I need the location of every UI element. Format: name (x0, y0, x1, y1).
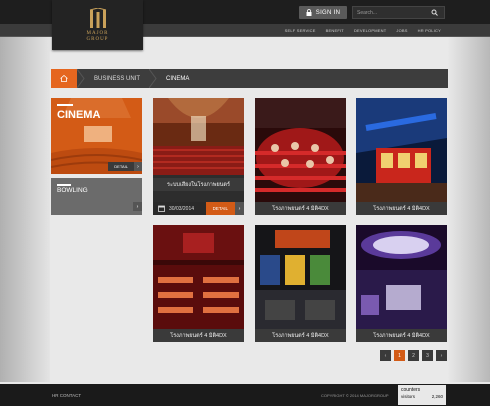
breadcrumb-separator (149, 69, 157, 88)
search-input[interactable] (353, 9, 431, 16)
card-caption: โรงภาพยนตร์ 4 มิติ4DX (255, 202, 346, 215)
card-detail-button[interactable]: DETAIL (205, 202, 235, 215)
counter-title: counters (401, 387, 421, 393)
cinema-title-line (57, 104, 73, 106)
breadcrumb-cinema: CINEMA (166, 75, 190, 82)
breadcrumb-business-unit[interactable]: BUSINESS UNIT (85, 69, 149, 88)
cinema-card-image (153, 225, 244, 329)
major-logo-icon (89, 7, 106, 28)
card-caption: โรงภาพยนตร์ 4 มิติ4DX (356, 202, 447, 215)
cinema-card-image (255, 98, 346, 202)
chevron-right-icon: › (137, 163, 139, 170)
card-arrow-button[interactable]: › (235, 202, 244, 215)
menu-item-benefit[interactable]: BENEFIT (321, 28, 349, 33)
pagination-next-button[interactable]: › (436, 350, 447, 361)
chevron-right-icon: › (136, 203, 139, 210)
cinema-card-image (356, 225, 447, 329)
breadcrumb-home[interactable] (51, 69, 77, 88)
category-cinema[interactable]: CINEMA DETAIL › (51, 98, 142, 174)
cinema-card[interactable]: โรงภาพยนตร์ 4 มิติ4DX (153, 225, 244, 342)
cinema-card-image (255, 225, 346, 329)
cinema-arrow-button[interactable]: › (134, 162, 142, 171)
cinema-card[interactable]: โรงภาพยนตร์ 4 มิติ4DX (255, 98, 346, 215)
footer-copyright: COPYRIGHT © 2014 MAJORGROUP (321, 393, 389, 398)
card-meta: 30/03/2014 DETAIL › (153, 202, 244, 215)
home-icon (60, 75, 68, 82)
menu-item-self-service[interactable]: SELF SERVICE (280, 28, 321, 33)
pagination: ‹ 1 2 3 › (380, 350, 447, 361)
pagination-prev-button[interactable]: ‹ (380, 350, 391, 361)
card-caption: โรงภาพยนตร์ 4 มิติ4DX (255, 329, 346, 342)
counter-visitors-row: visitors 2,260 (398, 393, 446, 400)
chevron-right-icon: › (238, 205, 241, 212)
cinema-card-image (153, 98, 244, 175)
cinema-detail-button[interactable]: DETAIL (108, 162, 134, 171)
lock-icon (306, 9, 312, 16)
pagination-page-1[interactable]: 1 (394, 350, 405, 361)
major-group-logo[interactable]: MAJOR GROUP (52, 0, 143, 50)
bowling-title: BOWLING (57, 187, 88, 194)
footer-hr-contact-link[interactable]: HR CONTACT (52, 393, 81, 398)
breadcrumb: BUSINESS UNIT CINEMA (51, 69, 448, 88)
cinema-card-image (356, 98, 447, 202)
cinema-card[interactable]: โรงภาพยนตร์ 4 มิติ4DX (356, 225, 447, 342)
cinema-card[interactable]: ระบบเสียงในโรงภาพยนตร์ 30/03/2014 DETAIL… (153, 98, 244, 215)
counter-visitors-label: visitors (401, 394, 416, 399)
sign-in-label: SIGN IN (315, 9, 341, 16)
menu-item-jobs[interactable]: JOBS (391, 28, 412, 33)
bowling-arrow-button[interactable]: › (133, 202, 142, 211)
card-caption: โรงภาพยนตร์ 4 มิติ4DX (153, 329, 244, 342)
calendar-icon (158, 205, 165, 212)
breadcrumb-separator (77, 69, 85, 88)
pagination-page-2[interactable]: 2 (408, 350, 419, 361)
category-bowling[interactable]: BOWLING › (51, 178, 142, 215)
background-left-gradient (0, 37, 50, 382)
counter-visitors-value: 2,260 (431, 394, 443, 399)
cinema-card[interactable]: โรงภาพยนตร์ 4 มิติ4DX (356, 98, 447, 215)
card-caption: โรงภาพยนตร์ 4 มิติ4DX (356, 329, 447, 342)
menu-item-hr-policy[interactable]: HR POLICY (413, 28, 446, 33)
card-date: 30/03/2014 (169, 205, 195, 212)
sign-in-button[interactable]: SIGN IN (299, 6, 347, 19)
menu-item-development[interactable]: DEVELOPMENT (349, 28, 391, 33)
main-menu: SELF SERVICE BENEFIT DEVELOPMENT JOBS HR… (280, 24, 446, 37)
cinema-title: CINEMA (57, 109, 101, 121)
visitor-counter: counters visitors 2,260 (398, 385, 446, 405)
bowling-title-line (57, 184, 71, 186)
search-icon[interactable] (431, 9, 438, 16)
cinema-card[interactable]: โรงภาพยนตร์ 4 มิติ4DX (255, 225, 346, 342)
background-right-gradient (448, 37, 490, 382)
card-caption: ระบบเสียงในโรงภาพยนตร์ (153, 178, 244, 191)
search-box (352, 6, 445, 19)
pagination-page-3[interactable]: 3 (422, 350, 433, 361)
logo-text: MAJOR GROUP (86, 30, 109, 42)
